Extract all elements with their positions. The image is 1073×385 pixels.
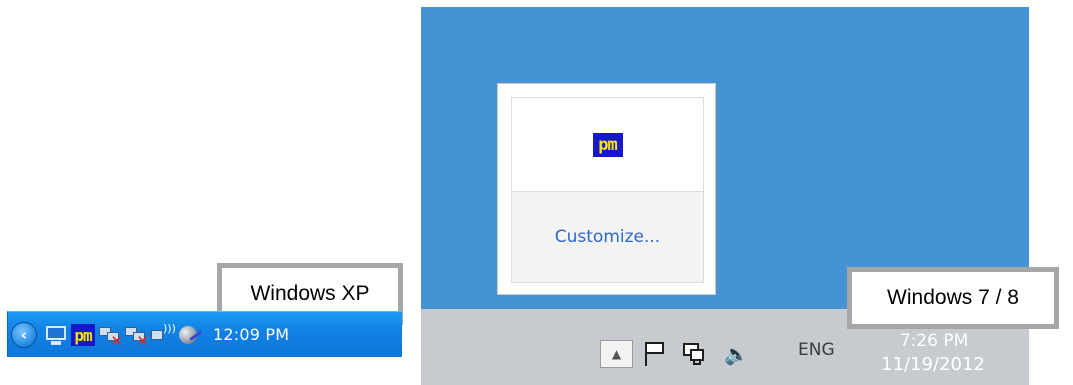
network-disconnected-icon[interactable]: ✕ xyxy=(99,324,123,350)
windows-7-8-caption: Windows 7 / 8 xyxy=(847,267,1059,329)
pm-app-icon-text: pm xyxy=(74,325,92,345)
up-arrow-icon: ▲ xyxy=(611,347,622,361)
win8-clock-time[interactable]: 7:26 PM xyxy=(884,331,984,351)
hidden-icons-popup: pm Customize... xyxy=(497,83,716,295)
pm-app-icon-text: pm xyxy=(598,134,618,155)
pm-app-icon[interactable]: pm xyxy=(592,132,623,157)
speaker-icon[interactable]: 🔈 xyxy=(724,339,754,369)
language-indicator[interactable]: ENG xyxy=(798,340,835,360)
windows-7-8-caption-text: Windows 7 / 8 xyxy=(887,286,1019,309)
wireless-icon[interactable]: ))) xyxy=(151,322,176,346)
hidden-icons-tray: pm xyxy=(512,98,703,192)
show-hidden-icons-button[interactable]: ▲ xyxy=(600,340,633,368)
win8-clock-date[interactable]: 11/19/2012 xyxy=(868,354,998,375)
network-disconnected-icon[interactable]: ✕ xyxy=(125,324,149,350)
pm-app-icon[interactable]: pm xyxy=(71,323,95,346)
display-icon[interactable] xyxy=(45,324,67,346)
windows-xp-caption-text: Windows XP xyxy=(250,282,370,305)
xp-clock[interactable]: 12:09 PM xyxy=(213,325,289,344)
customize-area: Customize... xyxy=(512,192,703,282)
hidden-icons-panel: pm Customize... xyxy=(511,97,704,283)
customize-link[interactable]: Customize... xyxy=(555,227,660,247)
network-icon[interactable] xyxy=(682,339,708,369)
xp-notification-area: ‹ pm ✕ ✕ ))) 12:09 PM xyxy=(7,311,402,357)
chevron-left-icon[interactable]: ‹ xyxy=(11,321,37,348)
action-center-flag-icon[interactable] xyxy=(641,339,667,369)
volume-icon[interactable] xyxy=(177,324,203,346)
